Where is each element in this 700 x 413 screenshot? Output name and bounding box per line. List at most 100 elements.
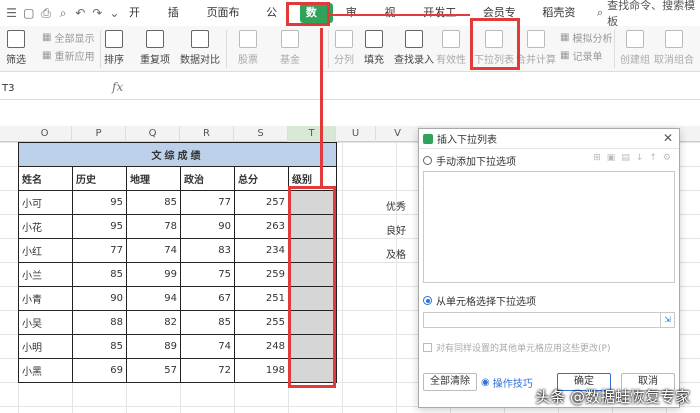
settings-icon[interactable]: ⚙	[663, 153, 671, 163]
column-header-v[interactable]: V	[376, 126, 420, 142]
undo-icon[interactable]: ↶	[75, 6, 86, 20]
cell-range-input[interactable]: ⇲	[423, 312, 675, 328]
split-button[interactable]: 分列	[334, 30, 354, 66]
cells-radio[interactable]	[423, 296, 432, 305]
fill-button[interactable]: 填充	[364, 30, 384, 66]
cell[interactable]: 85	[72, 334, 127, 359]
cell[interactable]: 74	[126, 238, 181, 263]
move-up-icon[interactable]: ↑	[649, 153, 657, 163]
cell[interactable]: 小青	[18, 286, 73, 311]
cell[interactable]: 259	[234, 262, 289, 287]
cell[interactable]: 75	[180, 262, 235, 287]
manual-radio[interactable]	[423, 156, 432, 165]
tab-developer[interactable]: 开发工具	[414, 3, 474, 39]
cell[interactable]: 67	[180, 286, 235, 311]
cell[interactable]: 72	[180, 358, 235, 383]
cell[interactable]: 248	[234, 334, 289, 359]
cell[interactable]: 255	[234, 310, 289, 335]
cell[interactable]: 89	[126, 334, 181, 359]
cell[interactable]: 198	[234, 358, 289, 383]
table-title[interactable]: 文综成绩	[18, 142, 337, 167]
print-icon[interactable]: ⎙	[40, 6, 51, 20]
create-group-button[interactable]: 创建组	[620, 30, 650, 66]
header-name[interactable]: 姓名	[18, 166, 73, 191]
cell[interactable]: 小兰	[18, 262, 73, 287]
cell[interactable]: 85	[126, 190, 181, 215]
clear-all-button[interactable]: 全部清除	[423, 373, 477, 391]
tips-link[interactable]: ◉ 操作技巧	[481, 375, 533, 390]
duplicate-button[interactable]: 重复项	[140, 30, 170, 66]
column-header-r[interactable]: R	[180, 126, 234, 142]
tab-page-layout[interactable]: 页面布局	[198, 3, 258, 39]
cell[interactable]: 小花	[18, 214, 73, 239]
cell[interactable]: 95	[72, 190, 127, 215]
header-total[interactable]: 总分	[234, 166, 289, 191]
name-box[interactable]: T3	[0, 80, 60, 98]
cell[interactable]: 234	[234, 238, 289, 263]
filter-button[interactable]: 筛选	[6, 30, 26, 66]
cell[interactable]: 小吴	[18, 310, 73, 335]
lookup-entry-button[interactable]: 查找录入	[394, 30, 434, 66]
fund-button[interactable]: 基金	[280, 30, 300, 66]
cell[interactable]: 85	[72, 262, 127, 287]
cell[interactable]: 83	[180, 238, 235, 263]
tab-insert[interactable]: 插入	[159, 3, 198, 39]
consolidate-button[interactable]: 合并计算	[516, 30, 556, 66]
cell[interactable]: 小红	[18, 238, 73, 263]
column-header-s[interactable]: S	[234, 126, 288, 142]
column-header-u[interactable]: U	[336, 126, 376, 142]
chevron-down-icon[interactable]: ⌄	[109, 6, 120, 20]
open-icon[interactable]: ▢	[23, 6, 34, 20]
cell[interactable]: 95	[72, 214, 127, 239]
side-label-good[interactable]: 良好	[386, 222, 406, 237]
cell[interactable]: 82	[126, 310, 181, 335]
cell[interactable]: 263	[234, 214, 289, 239]
header-politics[interactable]: 政治	[180, 166, 235, 191]
cell[interactable]: 57	[126, 358, 181, 383]
add-item-icon[interactable]: ⊞	[593, 153, 601, 163]
reapply-button[interactable]: ▦ 重新应用	[42, 48, 94, 63]
close-icon[interactable]: ✕	[663, 131, 673, 145]
command-search[interactable]: ⌕ 查找命令、搜索模板	[597, 0, 700, 29]
header-history[interactable]: 历史	[72, 166, 127, 191]
move-down-icon[interactable]: ↓	[636, 153, 644, 163]
cell[interactable]: 小可	[18, 190, 73, 215]
ungroup-button[interactable]: 取消组合	[654, 30, 694, 66]
side-label-pass[interactable]: 及格	[386, 246, 406, 261]
sort-button[interactable]: 排序	[104, 30, 124, 66]
record-form-button[interactable]: ▦ 记录单	[560, 48, 602, 63]
simulate-button[interactable]: ▦ 模拟分析	[560, 30, 612, 45]
stock-button[interactable]: 股票	[238, 30, 258, 66]
apply-same-option[interactable]: 对有同样设置的其他单元格应用这些更改(P)	[423, 341, 610, 354]
side-label-excellent[interactable]: 优秀	[386, 198, 406, 213]
column-header-p[interactable]: P	[72, 126, 126, 142]
cell[interactable]: 69	[72, 358, 127, 383]
fx-icon[interactable]: fx	[112, 80, 123, 94]
preview-icon[interactable]: ⌕	[58, 6, 69, 20]
copy-item-icon[interactable]: ▣	[607, 153, 616, 163]
column-header-o[interactable]: O	[18, 126, 72, 142]
tab-home[interactable]: 开始	[120, 3, 159, 39]
menu-icon[interactable]: ☰	[6, 6, 17, 20]
apply-same-checkbox[interactable]	[423, 343, 432, 352]
cells-option[interactable]: 从单元格选择下拉选项	[423, 293, 536, 308]
delete-item-icon[interactable]: ▤	[621, 153, 630, 163]
cell[interactable]: 小明	[18, 334, 73, 359]
tab-daoke[interactable]: 稻壳资源	[533, 3, 593, 39]
cell[interactable]: 77	[180, 190, 235, 215]
cell[interactable]: 78	[126, 214, 181, 239]
validity-button[interactable]: 有效性	[436, 30, 466, 66]
manual-option[interactable]: 手动添加下拉选项	[423, 153, 516, 168]
column-header-t[interactable]: T	[288, 126, 336, 142]
show-all-button[interactable]: ▦ 全部显示	[42, 30, 94, 45]
cell[interactable]: 77	[72, 238, 127, 263]
cell[interactable]: 251	[234, 286, 289, 311]
cell[interactable]: 99	[126, 262, 181, 287]
dropdown-options-list[interactable]	[423, 171, 675, 283]
range-select-icon[interactable]: ⇲	[660, 313, 674, 327]
compare-button[interactable]: 数据对比	[180, 30, 220, 66]
cell[interactable]: 94	[126, 286, 181, 311]
cell[interactable]: 74	[180, 334, 235, 359]
cell[interactable]: 90	[72, 286, 127, 311]
redo-icon[interactable]: ↷	[92, 6, 103, 20]
